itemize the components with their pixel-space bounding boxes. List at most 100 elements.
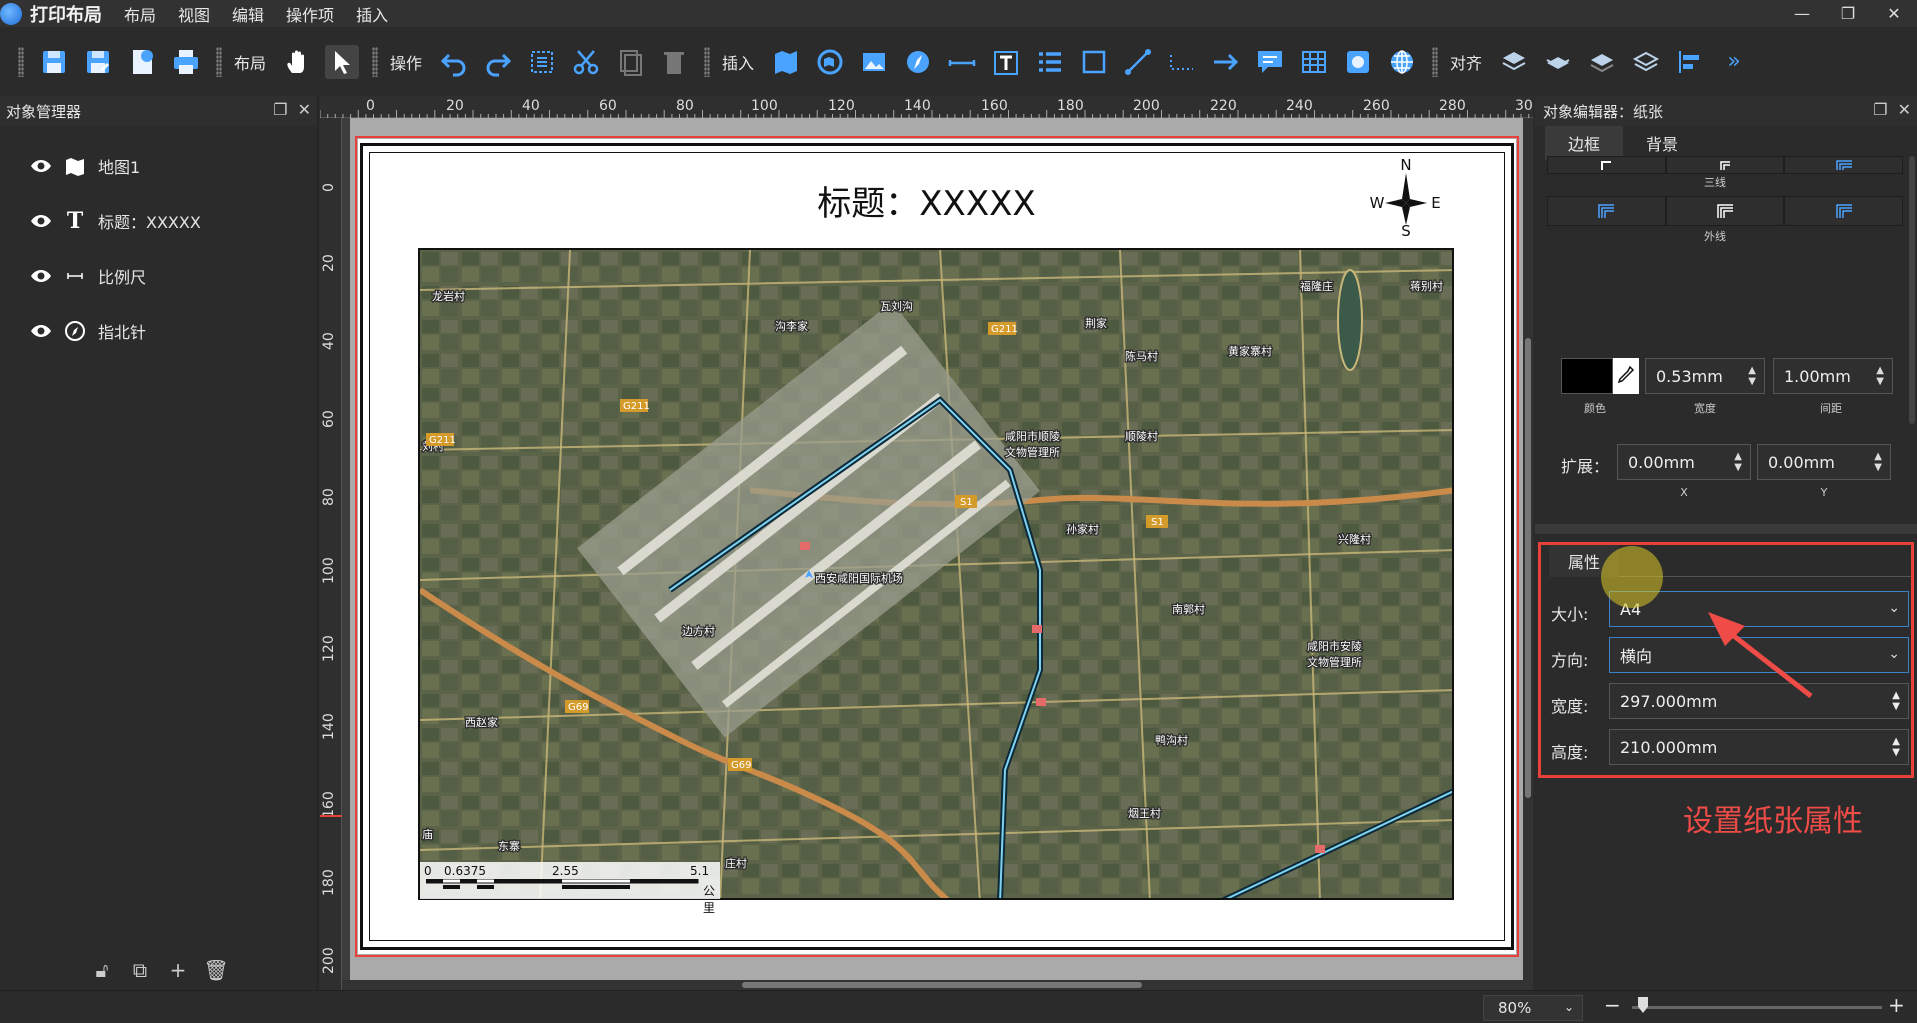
layout-title-text[interactable]: 标题：XXXXX <box>320 176 1533 225</box>
spin-arrows-icon[interactable]: ▲ ▼ <box>1876 365 1884 387</box>
insert-text-icon[interactable] <box>989 45 1023 79</box>
spin-arrows-icon[interactable]: ▲ ▼ <box>1748 365 1756 387</box>
redo-icon[interactable] <box>481 45 515 79</box>
insert-rectangle-icon[interactable] <box>1077 45 1111 79</box>
border-spacing-spinbox[interactable]: 1.00mm ▲ ▼ <box>1773 358 1893 394</box>
toolbar-grip[interactable] <box>704 46 711 77</box>
bring-forward-icon[interactable] <box>1541 45 1575 79</box>
map-frame-satellite[interactable]: 龙岩村 沟李家 瓦刘沟 荆家 陈马村 黄家寨村 福隆庄 蒋别村 咸阳市顺陵 文物… <box>418 248 1454 900</box>
menu-edit[interactable]: 编辑 <box>232 2 264 26</box>
canvas-vertical-scrollbar[interactable] <box>1523 118 1533 990</box>
object-item-map[interactable]: 地图1 <box>0 138 317 193</box>
align-left-icon[interactable] <box>1673 45 1707 79</box>
north-arrow[interactable]: N S W E <box>1368 158 1444 238</box>
zoom-select[interactable]: 80% ⌄ <box>1483 995 1583 1021</box>
spin-arrows-icon[interactable]: ▲ ▼ <box>1734 451 1742 473</box>
border-style-option[interactable] <box>1784 156 1904 174</box>
tab-border[interactable]: 边框 <box>1545 126 1623 160</box>
insert-callout-icon[interactable] <box>1253 45 1287 79</box>
eyedropper-icon[interactable] <box>1613 358 1639 394</box>
save-icon[interactable] <box>37 45 71 79</box>
close-window-icon[interactable]: ✕ <box>1871 0 1917 27</box>
undo-icon[interactable] <box>437 45 471 79</box>
menu-layout[interactable]: 布局 <box>124 2 156 26</box>
bring-to-front-icon[interactable] <box>1497 45 1531 79</box>
border-color-swatch[interactable] <box>1561 358 1613 394</box>
zoom-slider-track[interactable] <box>1632 1006 1882 1009</box>
insert-line-icon[interactable] <box>1121 45 1155 79</box>
select-all-icon[interactable] <box>525 45 559 79</box>
object-item-title[interactable]: T 标题：XXXXX <box>0 193 317 248</box>
insert-arrow-icon[interactable] <box>1209 45 1243 79</box>
scale-bar[interactable]: 0 0.6375 2.55 5.1 公里 <box>420 862 720 915</box>
cut-icon[interactable] <box>569 45 603 79</box>
lock-icon[interactable]: 🔓︎ <box>91 958 113 982</box>
send-to-back-icon[interactable] <box>1629 45 1663 79</box>
menu-operations[interactable]: 操作项 <box>286 2 334 26</box>
border-style-option[interactable] <box>1547 156 1666 174</box>
copy-icon[interactable] <box>613 45 647 79</box>
insert-compass-icon[interactable] <box>901 45 935 79</box>
map-label: 文物管理所 <box>1005 445 1060 459</box>
toolbar-grip[interactable] <box>1432 46 1439 77</box>
visibility-eye-icon[interactable] <box>30 158 52 174</box>
tab-background[interactable]: 背景 <box>1623 126 1701 160</box>
insert-frame-icon[interactable] <box>1341 45 1375 79</box>
page-settings-icon[interactable] <box>125 45 159 79</box>
insert-legend-icon[interactable] <box>1033 45 1067 79</box>
insert-grid-globe-icon[interactable] <box>1385 45 1419 79</box>
insert-table-icon[interactable] <box>1297 45 1331 79</box>
canvas-horizontal-scrollbar[interactable] <box>342 980 1523 990</box>
spin-arrows-icon[interactable]: ▲ ▼ <box>1892 736 1900 758</box>
trash-icon[interactable]: 🗑︎ <box>203 958 228 982</box>
spin-arrows-icon[interactable]: ▲ ▼ <box>1874 451 1882 473</box>
visibility-eye-icon[interactable] <box>30 323 52 339</box>
float-panel-icon[interactable]: ❐ <box>273 100 287 119</box>
expand-x-spinbox[interactable]: 0.00mm ▲ ▼ <box>1617 444 1751 480</box>
page-width-spinbox[interactable]: 297.000mm ▲ ▼ <box>1609 683 1909 719</box>
restore-icon[interactable]: ❐ <box>1825 0 1871 27</box>
border-style-option[interactable] <box>1665 156 1785 174</box>
spin-arrows-icon[interactable]: ▲ ▼ <box>1892 690 1900 712</box>
visibility-eye-icon[interactable] <box>30 213 52 229</box>
save-as-icon[interactable] <box>81 45 115 79</box>
object-item-scalebar[interactable]: 比例尺 <box>0 248 317 303</box>
toolbar-grip[interactable] <box>18 46 24 77</box>
insert-polyline-icon[interactable] <box>1165 45 1199 79</box>
minimize-icon[interactable]: — <box>1779 0 1825 27</box>
duplicate-icon[interactable]: ⧉ <box>129 958 151 982</box>
insert-image-icon[interactable] <box>857 45 891 79</box>
zoom-out-button[interactable]: − <box>1604 993 1621 1017</box>
expand-y-spinbox[interactable]: 0.00mm ▲ ▼ <box>1757 444 1891 480</box>
select-pointer-icon[interactable] <box>325 44 360 79</box>
close-panel-icon[interactable]: ✕ <box>298 100 311 119</box>
insert-overview-icon[interactable] <box>813 45 847 79</box>
border-style-option[interactable] <box>1665 196 1785 226</box>
add-icon[interactable]: + <box>167 958 189 982</box>
page-height-spinbox[interactable]: 210.000mm ▲ ▼ <box>1609 729 1909 765</box>
menu-view[interactable]: 视图 <box>178 2 210 26</box>
orientation-select[interactable]: 横向 ⌄ <box>1609 637 1909 673</box>
object-item-label: 比例尺 <box>98 267 147 287</box>
toolbar-grip[interactable] <box>372 46 379 77</box>
print-icon[interactable] <box>169 45 203 79</box>
object-item-compass[interactable]: 指北针 <box>0 303 317 358</box>
border-style-option[interactable] <box>1547 196 1666 226</box>
toolbar-overflow-icon[interactable]: » <box>1717 45 1751 79</box>
toolbar-grip[interactable] <box>216 46 222 77</box>
layout-canvas[interactable]: 0 20 40 60 80 100 120 140 160 180 200 22… <box>320 96 1533 990</box>
editor-scrollbar[interactable] <box>1909 156 1915 424</box>
menu-insert[interactable]: 插入 <box>356 2 388 26</box>
visibility-eye-icon[interactable] <box>30 268 52 284</box>
border-style-option[interactable] <box>1784 196 1904 226</box>
delete-icon[interactable] <box>657 45 691 79</box>
border-width-spinbox[interactable]: 0.53mm ▲ ▼ <box>1645 358 1765 394</box>
send-backward-icon[interactable] <box>1585 45 1619 79</box>
pan-hand-icon[interactable] <box>281 45 315 79</box>
close-panel-icon[interactable]: ✕ <box>1898 100 1911 119</box>
insert-scalebar-icon[interactable] <box>945 45 979 79</box>
zoom-in-button[interactable]: + <box>1888 993 1905 1017</box>
zoom-slider-thumb[interactable] <box>1638 997 1648 1013</box>
insert-map-icon[interactable] <box>769 45 803 79</box>
float-panel-icon[interactable]: ❐ <box>1873 100 1887 119</box>
